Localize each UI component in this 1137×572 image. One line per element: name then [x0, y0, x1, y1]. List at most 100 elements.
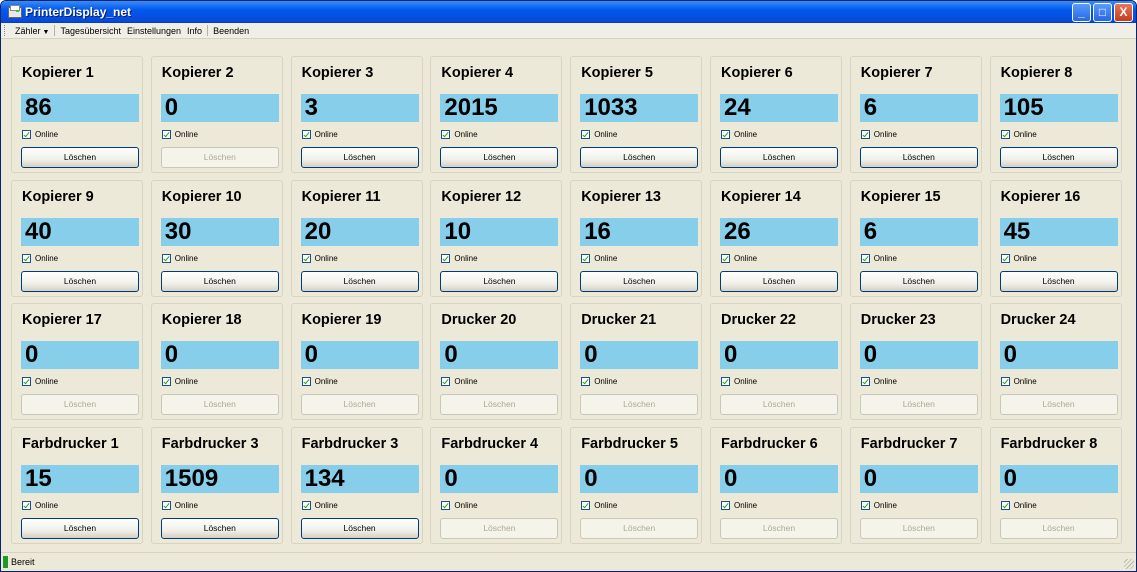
online-checkbox[interactable]: Online: [860, 500, 897, 510]
delete-button[interactable]: Löschen: [859, 147, 978, 168]
checkbox-checked-icon[interactable]: [441, 500, 451, 510]
checkbox-checked-icon[interactable]: [22, 377, 31, 386]
checkbox-checked-icon[interactable]: [22, 500, 31, 510]
checkbox-checked-icon[interactable]: [720, 130, 730, 139]
online-checkbox[interactable]: Online: [1000, 130, 1037, 139]
printer-tile: Kopierer 15 6 Online Löschen: [849, 179, 982, 297]
checkbox-checked-icon[interactable]: [581, 500, 591, 510]
delete-button: Löschen: [440, 394, 559, 415]
online-checkbox[interactable]: Online: [441, 253, 478, 263]
delete-button[interactable]: Löschen: [440, 270, 559, 292]
delete-button[interactable]: Löschen: [999, 147, 1118, 168]
delete-button[interactable]: Löschen: [999, 270, 1118, 292]
minimize-button[interactable]: _: [1072, 2, 1091, 22]
delete-button[interactable]: Löschen: [440, 147, 559, 168]
online-checkbox[interactable]: Online: [720, 253, 757, 263]
checkbox-checked-icon[interactable]: [720, 500, 730, 510]
delete-button[interactable]: Löschen: [21, 517, 139, 539]
title-bar[interactable]: PrinterDisplay_net _ □ X: [1, 1, 1136, 23]
delete-button[interactable]: Löschen: [160, 517, 279, 539]
online-checkbox[interactable]: Online: [581, 377, 617, 386]
toolbar-grip-icon[interactable]: [4, 25, 8, 36]
delete-button[interactable]: Löschen: [300, 270, 419, 292]
checkbox-checked-icon[interactable]: [441, 130, 451, 139]
checkbox-checked-icon[interactable]: [1000, 500, 1010, 510]
checkbox-checked-icon[interactable]: [22, 253, 31, 263]
checkbox-checked-icon[interactable]: [1000, 253, 1010, 263]
checkbox-checked-icon[interactable]: [1000, 377, 1010, 386]
maximize-button[interactable]: □: [1093, 2, 1112, 22]
online-checkbox[interactable]: Online: [441, 377, 478, 386]
page-counter: 20: [300, 217, 419, 246]
online-checkbox[interactable]: Online: [161, 130, 198, 139]
online-checkbox[interactable]: Online: [860, 377, 897, 386]
online-checkbox[interactable]: Online: [1000, 253, 1037, 263]
checkbox-checked-icon[interactable]: [720, 377, 730, 386]
checkbox-checked-icon[interactable]: [581, 130, 591, 139]
online-checkbox[interactable]: Online: [720, 130, 757, 139]
checkbox-checked-icon[interactable]: [161, 130, 171, 139]
online-checkbox[interactable]: Online: [581, 500, 617, 510]
online-checkbox[interactable]: Online: [860, 253, 897, 263]
delete-button[interactable]: Löschen: [160, 270, 279, 292]
checkbox-checked-icon[interactable]: [161, 500, 171, 510]
checkbox-checked-icon[interactable]: [1000, 130, 1010, 139]
delete-button[interactable]: Löschen: [719, 147, 838, 168]
delete-button[interactable]: Löschen: [719, 270, 838, 292]
delete-button[interactable]: Löschen: [859, 270, 978, 292]
online-checkbox[interactable]: Online: [301, 253, 338, 263]
checkbox-checked-icon[interactable]: [301, 500, 311, 510]
online-checkbox[interactable]: Online: [720, 377, 757, 386]
printer-name: Kopierer 13: [581, 188, 661, 205]
checkbox-checked-icon[interactable]: [720, 253, 730, 263]
checkbox-checked-icon[interactable]: [581, 253, 591, 263]
delete-button[interactable]: Löschen: [300, 517, 419, 539]
delete-button[interactable]: Löschen: [300, 147, 419, 168]
checkbox-checked-icon[interactable]: [860, 130, 870, 139]
online-checkbox[interactable]: Online: [1000, 500, 1037, 510]
checkbox-checked-icon[interactable]: [860, 377, 870, 386]
online-checkbox[interactable]: Online: [581, 130, 617, 139]
checkbox-checked-icon[interactable]: [161, 377, 171, 386]
online-checkbox[interactable]: Online: [22, 130, 58, 139]
delete-button[interactable]: Löschen: [580, 147, 699, 168]
online-checkbox[interactable]: Online: [161, 500, 198, 510]
checkbox-checked-icon[interactable]: [301, 377, 311, 386]
online-checkbox[interactable]: Online: [720, 500, 757, 510]
checkbox-checked-icon[interactable]: [22, 130, 31, 139]
online-checkbox[interactable]: Online: [581, 253, 617, 263]
menu-beenden[interactable]: Beenden: [210, 26, 252, 36]
delete-button[interactable]: Löschen: [21, 147, 139, 168]
online-checkbox[interactable]: Online: [161, 377, 198, 386]
checkbox-checked-icon[interactable]: [441, 253, 451, 263]
online-checkbox[interactable]: Online: [301, 130, 338, 139]
online-checkbox[interactable]: Online: [301, 500, 338, 510]
menu-tagesuebersicht[interactable]: Tagesübersicht: [57, 26, 124, 36]
checkbox-checked-icon[interactable]: [860, 500, 870, 510]
online-checkbox[interactable]: Online: [1000, 377, 1037, 386]
menu-separator: [54, 25, 56, 36]
menu-info[interactable]: Info: [184, 26, 205, 36]
checkbox-checked-icon[interactable]: [161, 253, 171, 263]
online-checkbox[interactable]: Online: [301, 377, 338, 386]
checkbox-checked-icon[interactable]: [860, 253, 870, 263]
online-checkbox[interactable]: Online: [441, 500, 478, 510]
close-button[interactable]: X: [1114, 2, 1133, 22]
online-checkbox[interactable]: Online: [22, 253, 58, 263]
online-checkbox[interactable]: Online: [22, 500, 58, 510]
printer-name: Kopierer 10: [161, 188, 242, 205]
checkbox-checked-icon[interactable]: [301, 253, 311, 263]
online-checkbox[interactable]: Online: [441, 130, 478, 139]
menu-zaehler[interactable]: Zähler ▼: [12, 26, 52, 36]
online-checkbox[interactable]: Online: [22, 377, 58, 386]
online-checkbox[interactable]: Online: [860, 130, 897, 139]
delete-button[interactable]: Löschen: [21, 270, 139, 292]
online-checkbox[interactable]: Online: [161, 253, 198, 263]
checkbox-checked-icon[interactable]: [441, 377, 451, 386]
checkbox-checked-icon[interactable]: [581, 377, 591, 386]
online-label: Online: [1013, 377, 1037, 386]
menu-einstellungen[interactable]: Einstellungen: [124, 26, 184, 36]
checkbox-checked-icon[interactable]: [301, 130, 311, 139]
delete-button[interactable]: Löschen: [580, 270, 699, 292]
resize-grip-icon[interactable]: [1124, 559, 1134, 569]
